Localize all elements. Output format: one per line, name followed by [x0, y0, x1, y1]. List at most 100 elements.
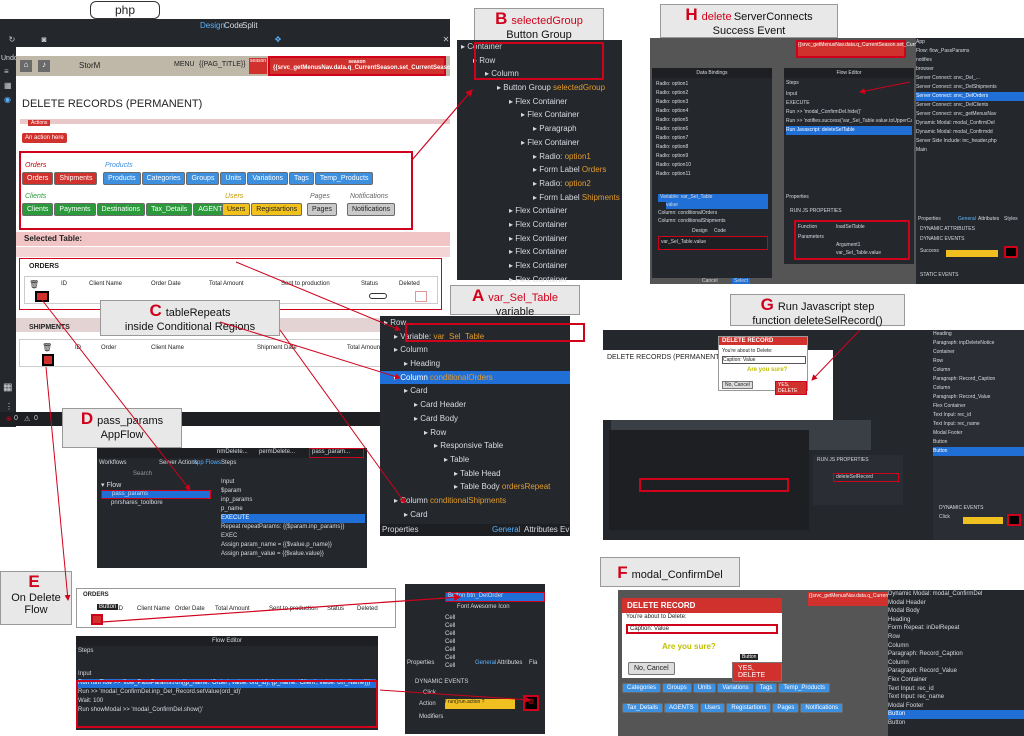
g-tree-item-11[interactable]: Modal Footer [933, 429, 1024, 438]
flow-props-attributes[interactable]: Attributes [497, 660, 522, 666]
f-nav2-button-4[interactable]: Pages [772, 703, 800, 713]
f-tree-item-12[interactable]: Text Input: rec_name [888, 693, 1024, 702]
attributes-tab[interactable]: Attributes [524, 525, 558, 534]
f-no-button[interactable]: No, Cancel [628, 662, 675, 675]
flow-cell-item-0[interactable]: Cell [445, 614, 455, 622]
products-button-2[interactable]: Groups [186, 172, 220, 185]
g-tree-item-0[interactable]: Heading [933, 330, 1024, 339]
h-step-item-1[interactable]: EXECUTE [786, 99, 912, 108]
flow-cell-item-6[interactable]: Cell [445, 662, 455, 670]
tree-b-row-6[interactable]: ▸ Paragraph [457, 122, 622, 136]
g-tree-item-4[interactable]: Column [933, 366, 1024, 375]
f-tree-item-6[interactable]: Column [888, 642, 1024, 651]
flow-cell-item-1[interactable]: Cell [445, 622, 455, 630]
tree-b-row-11[interactable]: ▸ Form Label Shipments [457, 191, 622, 205]
wf-step-item-6[interactable]: EXEC [221, 532, 365, 541]
h-radio-item-7[interactable]: Radio: option8 [656, 143, 691, 152]
h-design[interactable]: Design [692, 228, 708, 234]
flow-pass-params[interactable]: pass_params [101, 490, 211, 499]
products-button-6[interactable]: Temp_Products [314, 172, 374, 185]
f-tree-item-9[interactable]: Paragraph: Record_Value [888, 667, 1024, 676]
h-radio-item-8[interactable]: Radio: option9 [656, 152, 691, 161]
delete-row-button[interactable] [35, 291, 49, 302]
clients-button-3[interactable]: Tax_Details [146, 203, 193, 216]
search-input[interactable]: Search [133, 471, 152, 477]
products-button-3[interactable]: Units [220, 172, 247, 185]
g-tree-item-5[interactable]: Paragraph: Record_Caption [933, 375, 1024, 384]
h-cancel-button[interactable]: Cancel [702, 278, 718, 284]
f-nav2-button-1[interactable]: AGENTS [664, 703, 699, 713]
tree-a-row-8[interactable]: ▸ Row [380, 426, 570, 440]
h-tree-item-0[interactable]: App [916, 38, 1024, 47]
refresh-icon[interactable]: ↻ [7, 35, 17, 45]
notifications-button-0[interactable]: Notifications [347, 203, 396, 216]
orders-button-1[interactable]: Shipments [54, 172, 98, 185]
h-tree-item-9[interactable]: Dynamic Modal: modal_ConfirmDel [916, 119, 1024, 128]
f-nav1-button-5[interactable]: Temp_Products [778, 683, 830, 693]
f-nav1-button-2[interactable]: Units [692, 683, 717, 693]
workflows-label[interactable]: Workflows [99, 460, 127, 466]
g-tree-item-12[interactable]: Button [933, 438, 1024, 447]
flow-delete-button[interactable] [91, 614, 103, 625]
flow-cell-item-3[interactable]: Cell [445, 638, 455, 646]
tree-a-row-5[interactable]: ▸ Card [380, 384, 570, 398]
h-step-item-4[interactable]: Run Javascript: deleteSelTable [786, 126, 912, 135]
f-nav2-button-3[interactable]: Registartions [726, 703, 772, 713]
wf-step-item-8[interactable]: Assign param_value = {{$value.value}} [221, 550, 365, 559]
products-button-0[interactable]: Products [103, 172, 141, 185]
h-step-item-0[interactable]: Input [786, 90, 912, 99]
tree-b-row-8[interactable]: ▸ Radio: option1 [457, 150, 622, 164]
h-radio-item-1[interactable]: Radio: option2 [656, 89, 691, 98]
f-tree-item-13[interactable]: Modal Footer [888, 702, 1024, 711]
wf-step-item-7[interactable]: Assign param_name = {{$value.p_name}} [221, 541, 365, 550]
h-tree-item-4[interactable]: Server Connect: srvc_Del_... [916, 74, 1024, 83]
g-tree-item-7[interactable]: Paragraph: Record_Value [933, 393, 1024, 402]
flow-cell-item-2[interactable]: Cell [445, 630, 455, 638]
tree-b-row-15[interactable]: ▸ Flex Container [457, 245, 622, 259]
h-select-button[interactable]: Select [732, 278, 750, 284]
flow-cell-item-4[interactable]: Cell [445, 646, 455, 654]
camera-icon[interactable]: ◙ [39, 35, 49, 45]
clients-button-2[interactable]: Destinations [96, 203, 146, 216]
close-icon[interactable]: ✕ [441, 35, 451, 45]
f-tree-item-2[interactable]: Modal Body [888, 607, 1024, 616]
flow-step-item-0[interactable]: Input [78, 670, 376, 679]
code-tab[interactable]: Code [224, 21, 243, 30]
g-tree-item-9[interactable]: Text Input: rec_id [933, 411, 1024, 420]
g-yes-button[interactable]: YES, DELETE [775, 381, 807, 395]
g-function-value[interactable]: deleteSelRecord [833, 473, 899, 482]
users-button-1[interactable]: Registartions [251, 203, 303, 216]
bell-icon[interactable]: ♪ [38, 60, 50, 72]
h-tab-attributes[interactable]: Attributes [978, 216, 999, 222]
move-icon[interactable]: ✥ [273, 35, 283, 45]
h-radio-item-6[interactable]: Radio: option7 [656, 134, 691, 143]
f-tree-item-1[interactable]: Modal Header [888, 599, 1024, 608]
f-nav2-button-2[interactable]: Users [699, 703, 726, 713]
menu-label[interactable]: MENU [174, 61, 195, 68]
g-tree-item-1[interactable]: Paragraph: inpDeleteNotice [933, 339, 1024, 348]
tree-a-row-4[interactable]: ▸ Column conditionalOrders [380, 370, 570, 385]
f-nav2-button-0[interactable]: Tax_Details [622, 703, 664, 713]
tree-b-row-16[interactable]: ▸ Flex Container [457, 259, 622, 273]
h-tab-general[interactable]: General [958, 216, 976, 222]
apps-icon[interactable]: ▦ [3, 382, 12, 393]
wf-step-item-4[interactable]: EXECUTE [221, 514, 365, 523]
wf-step-item-2[interactable]: inp_params [221, 496, 365, 505]
h-cond-ship[interactable]: Column: conditionalShipments [658, 218, 726, 224]
g-tree-item-13[interactable]: Button [933, 447, 1024, 456]
h-tree-item-3[interactable]: browser [916, 65, 1024, 74]
clients-button-0[interactable]: Clients [22, 203, 54, 216]
h-step-item-3[interactable]: Run >> 'notifies.success('var_Sel_Table.… [786, 117, 912, 126]
h-tree-item-5[interactable]: Server Connect: srvc_DelShipments [916, 83, 1024, 92]
tree-a-row-3[interactable]: ▸ Heading [380, 357, 570, 371]
h-arg-value[interactable]: var_Sel_Table.value [836, 250, 881, 256]
h-radio-item-9[interactable]: Radio: option10 [656, 161, 691, 170]
wf-step-item-3[interactable]: p_name [221, 505, 365, 514]
f-tree-item-7[interactable]: Paragraph: Record_Caption [888, 650, 1024, 659]
delete-shipment-button[interactable] [42, 354, 54, 366]
h-radio-item-2[interactable]: Radio: option3 [656, 98, 691, 107]
tree-b-row-3[interactable]: ▸ Button Group selectedGroup [457, 81, 622, 95]
tree-a-row-12[interactable]: ▸ Table Body ordersRepeat [380, 480, 570, 494]
products-button-1[interactable]: Categories [141, 172, 186, 185]
tree-a-row-7[interactable]: ▸ Card Body [380, 412, 570, 426]
